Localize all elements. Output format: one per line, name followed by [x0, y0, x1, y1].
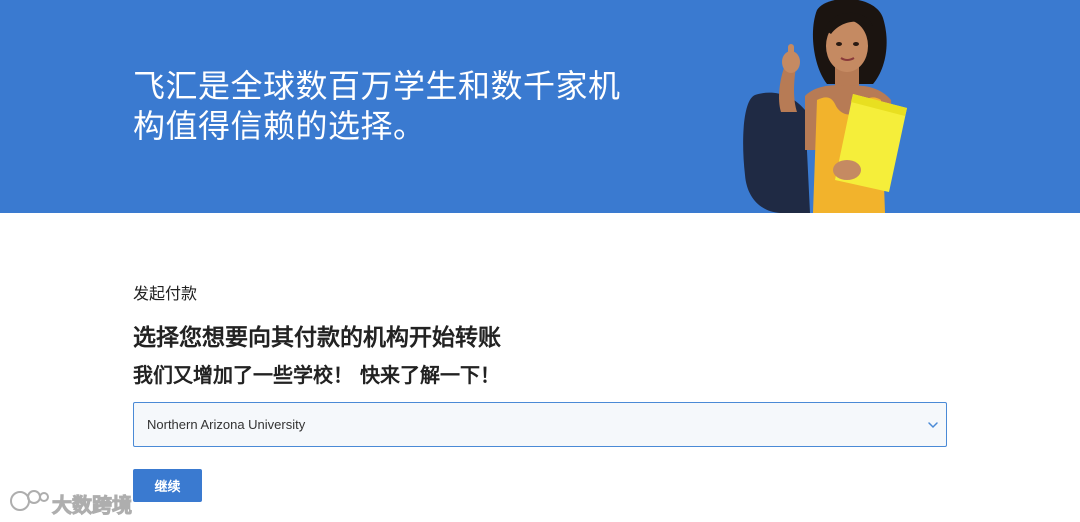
- hero-banner: 飞汇是全球数百万学生和数千家机 构值得信赖的选择。: [0, 0, 1080, 213]
- logo-icon: [10, 490, 49, 511]
- institution-select-value: Northern Arizona University: [147, 417, 306, 432]
- section-label: 发起付款: [133, 284, 198, 303]
- institution-select[interactable]: Northern Arizona University: [133, 402, 947, 447]
- page-heading: 选择您想要向其付款的机构开始转账: [133, 325, 501, 351]
- watermark-text: 大数跨境: [52, 493, 133, 518]
- page-subheading: 我们又增加了一些学校！ 快来了解一下！: [133, 363, 500, 387]
- hero-title-line-1: 飞汇是全球数百万学生和数千家机: [133, 67, 621, 105]
- student-photo: [743, 0, 907, 213]
- hero-title-line-2: 构值得信赖的选择。: [133, 107, 426, 145]
- continue-button[interactable]: 继续: [133, 469, 202, 502]
- chevron-down-icon: [928, 422, 938, 429]
- hero-title: 飞汇是全球数百万学生和数千家机 构值得信赖的选择。: [133, 66, 633, 146]
- watermark: 大数跨境: [8, 486, 133, 518]
